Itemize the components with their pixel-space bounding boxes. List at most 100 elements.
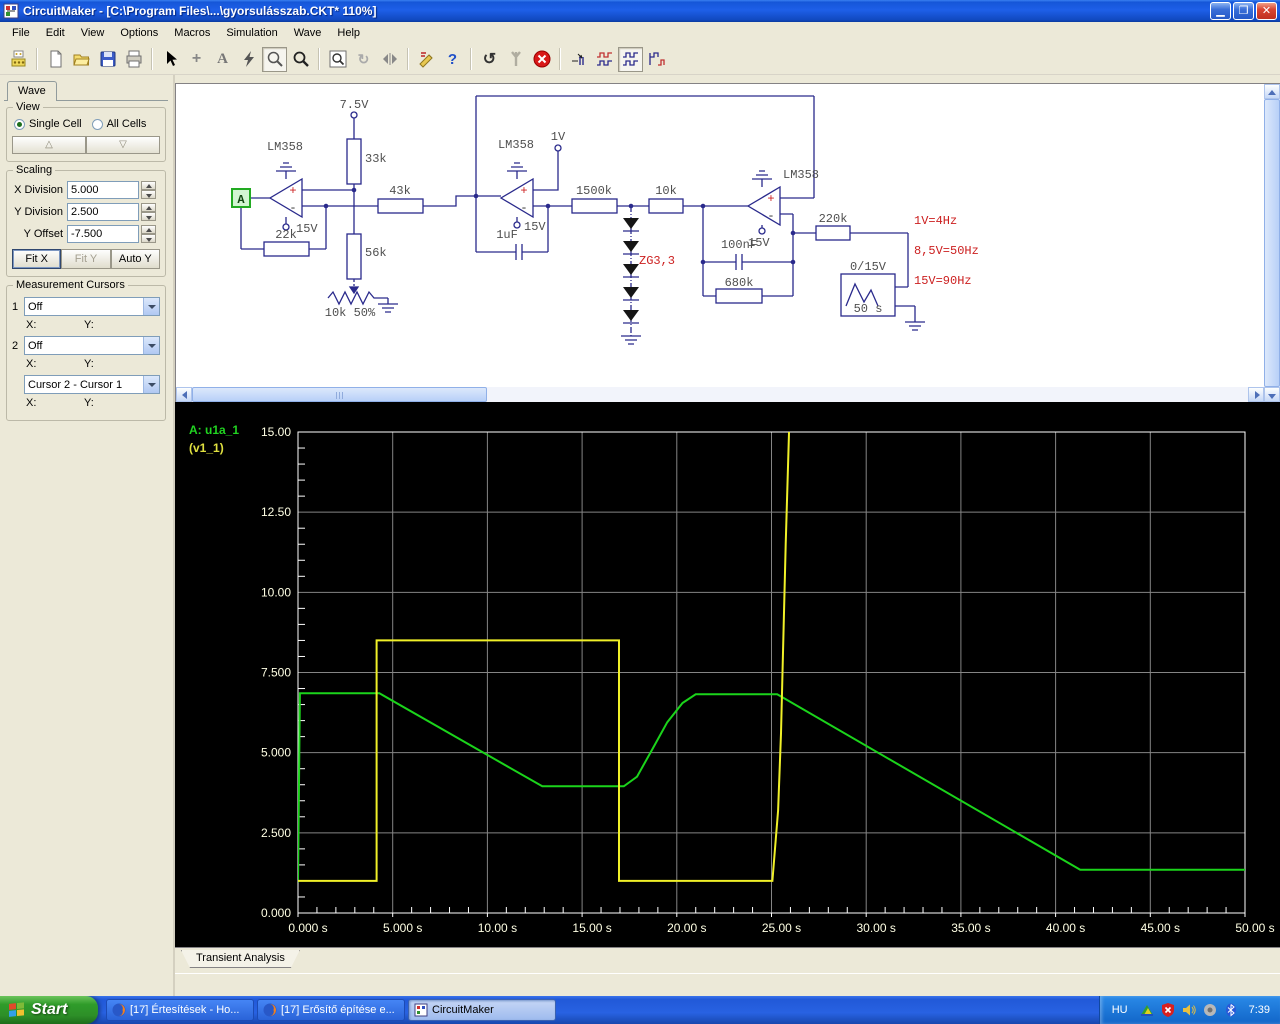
scroll-up-icon[interactable] — [1264, 84, 1280, 99]
bluetooth-icon[interactable] — [1224, 1003, 1239, 1018]
tab-wave[interactable]: Wave — [7, 81, 57, 101]
menu-item-options[interactable]: Options — [112, 24, 166, 42]
scroll-left-icon[interactable] — [176, 387, 192, 402]
fit-y-button[interactable]: Fit Y — [61, 249, 111, 269]
help-icon[interactable]: ? — [440, 47, 465, 72]
all-cells-label: All Cells — [106, 118, 147, 130]
y-offset-label: Y Offset — [23, 228, 63, 240]
x-division-spin-down[interactable] — [141, 190, 156, 199]
device-icon[interactable] — [1203, 1003, 1218, 1018]
menu-item-edit[interactable]: Edit — [38, 24, 73, 42]
hscroll-thumb[interactable] — [192, 387, 487, 402]
security-alert-icon[interactable] — [1161, 1003, 1176, 1018]
split-view-icon[interactable] — [377, 47, 402, 72]
part-browser-icon[interactable] — [6, 47, 31, 72]
schematic-label: 0/15V — [850, 260, 887, 274]
zoom-select-icon[interactable] — [262, 46, 287, 72]
y-division-spin-up[interactable] — [141, 203, 156, 212]
schematic-canvas[interactable]: 7.5V LM358 33k 43k + -15V 22k 56k 10k 50% LM358 1V… — [176, 84, 1264, 387]
x-division-label: X Division — [14, 184, 63, 196]
schematic-vscrollbar[interactable] — [1264, 84, 1280, 402]
x-division-field[interactable] — [67, 181, 139, 199]
new-file-icon[interactable] — [43, 47, 68, 72]
task-button[interactable]: CircuitMaker — [408, 999, 556, 1021]
analog-waveforms-icon[interactable] — [618, 46, 643, 72]
settings-wrench-icon[interactable] — [503, 47, 528, 72]
single-cell-radio[interactable] — [14, 118, 25, 130]
scroll-down-icon[interactable] — [1264, 387, 1280, 402]
schematic-label: 680k — [725, 276, 754, 290]
x-axis-tick-label: 50.00 s — [1235, 921, 1274, 935]
auto-y-button[interactable]: Auto Y — [110, 249, 160, 269]
schematic-label: 33k — [365, 152, 387, 166]
chevron-down-icon[interactable] — [143, 376, 159, 393]
tab-transient-analysis[interactable]: Transient Analysis — [181, 950, 300, 968]
menu-item-wave[interactable]: Wave — [286, 24, 330, 42]
minimize-button[interactable]: ▁ — [1210, 2, 1231, 20]
menu-item-simulation[interactable]: Simulation — [218, 24, 285, 42]
chevron-down-icon[interactable] — [143, 337, 159, 354]
volume-icon[interactable] — [1182, 1003, 1197, 1018]
stop-simulation-icon[interactable] — [529, 47, 554, 72]
add-wire-icon[interactable]: + — [184, 47, 209, 72]
menu-item-view[interactable]: View — [73, 24, 113, 42]
print-icon[interactable] — [121, 47, 146, 72]
restore-button[interactable]: ❐ — [1233, 2, 1254, 20]
vscroll-thumb[interactable] — [1264, 99, 1280, 387]
open-file-icon[interactable] — [69, 47, 94, 72]
x-division-spin-up[interactable] — [141, 181, 156, 190]
cursor1-select[interactable]: Off — [24, 297, 160, 316]
task-button[interactable]: [17] Értesítések - Ho... — [106, 999, 254, 1021]
legend-entry: (v1_1) — [189, 441, 224, 455]
y-offset-spin-up[interactable] — [141, 225, 156, 234]
schematic-label: 15V — [296, 222, 318, 236]
fit-x-button[interactable]: Fit X — [12, 249, 62, 269]
menu-item-macros[interactable]: Macros — [166, 24, 218, 42]
schematic-label: - — [289, 201, 296, 215]
schematic-label: + — [289, 184, 296, 198]
schematic-hscrollbar[interactable] — [176, 387, 1264, 402]
y-offset-spin-down[interactable] — [141, 234, 156, 243]
toolbar: + A ↻ ? ↺ — [0, 44, 1280, 75]
y-offset-field[interactable] — [67, 225, 139, 243]
mixed-waveforms-icon[interactable] — [644, 47, 669, 72]
waveform-plot: 0.000 2.500 5.000 7.500 10.00 12.50 15.00 0.000… — [175, 402, 1277, 947]
y-division-field[interactable] — [67, 203, 139, 221]
cell-down-button[interactable]: ▽ — [86, 136, 160, 154]
close-button[interactable]: ✕ — [1256, 2, 1277, 20]
undo-icon[interactable]: ↺ — [477, 47, 502, 72]
menu-item-file[interactable]: File — [4, 24, 38, 42]
edit-tool-icon[interactable] — [414, 47, 439, 72]
run-simulation-icon[interactable] — [236, 47, 261, 72]
toolbar-separator — [151, 48, 153, 70]
digital-waveforms-icon[interactable] — [592, 47, 617, 72]
y-axis-tick-label: 5.000 — [261, 746, 291, 760]
cell-up-button[interactable]: △ — [12, 136, 86, 154]
transient-setup-icon[interactable] — [566, 47, 591, 72]
start-button[interactable]: Start — [0, 996, 98, 1024]
scroll-right-icon[interactable] — [1248, 387, 1264, 402]
schematic-label: 100nF — [721, 238, 757, 252]
menu-item-help[interactable]: Help — [329, 24, 368, 42]
save-file-icon[interactable] — [95, 47, 120, 72]
schematic-label: 1uF — [496, 228, 518, 242]
cursor2-select[interactable]: Off — [24, 336, 160, 355]
chevron-down-icon[interactable] — [143, 298, 159, 315]
task-label: CircuitMaker — [432, 1004, 494, 1016]
all-cells-radio[interactable] — [91, 118, 103, 130]
schematic-label: LM358 — [498, 138, 534, 152]
graphics-icon[interactable] — [1140, 1003, 1155, 1018]
schematic-label: 220k — [819, 212, 848, 226]
select-arrow-icon[interactable] — [158, 47, 183, 72]
zoom-icon[interactable] — [288, 47, 313, 72]
task-button[interactable]: [17] Erősítő építése e... — [257, 999, 405, 1021]
y-division-spin-down[interactable] — [141, 212, 156, 221]
rotate-icon[interactable]: ↻ — [351, 47, 376, 72]
cursor-diff-select[interactable]: Cursor 2 - Cursor 1 — [24, 375, 160, 394]
language-indicator[interactable]: HU — [1112, 1004, 1128, 1016]
text-tool-icon[interactable]: A — [210, 47, 235, 72]
preview-icon[interactable] — [325, 47, 350, 72]
clock: 7:39 — [1248, 1004, 1270, 1016]
cursor2-index: 2 — [12, 339, 19, 352]
view-group-title: View — [13, 101, 43, 113]
